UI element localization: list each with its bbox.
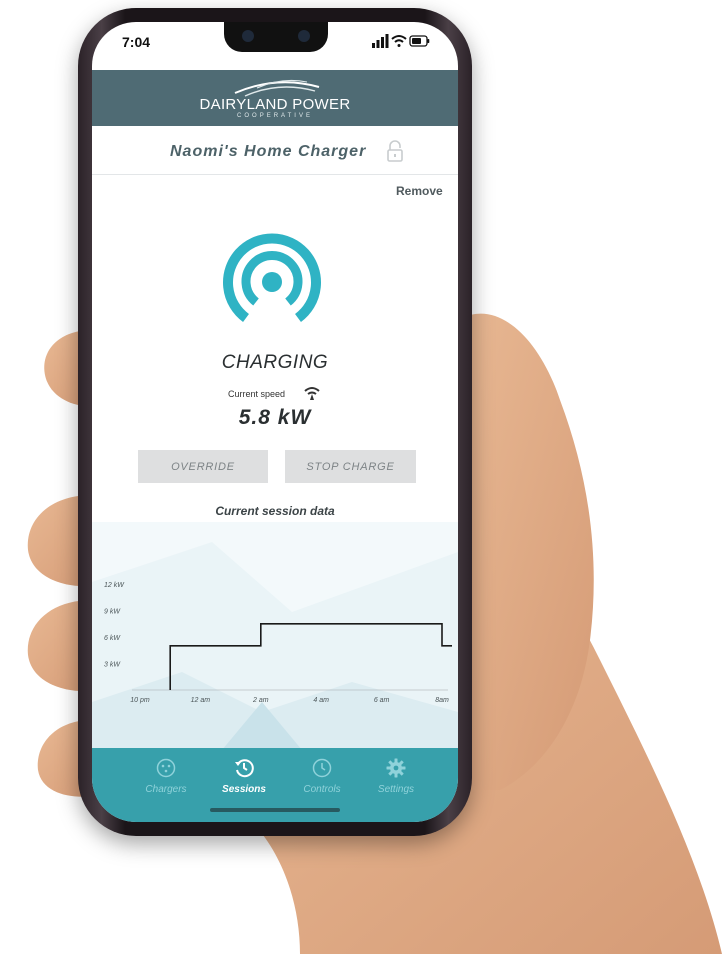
signal-wave-icon [304,387,320,400]
notch [224,22,328,52]
gear-icon [386,758,406,778]
session-title: Current session data [215,504,335,518]
override-button[interactable]: OVERRIDE [138,450,268,483]
tab-label: Controls [303,784,341,795]
phone-screen: 7:04 DAIRYLAND POWER COOPERATIVE Naomi's… [92,22,458,822]
status-icons [372,34,430,48]
camera-icon [242,30,254,42]
tab-settings[interactable]: Settings [356,748,436,808]
x-tick-label: 6 am [374,697,390,704]
history-icon [235,759,254,778]
x-tick-label: 2 am [252,697,269,704]
charger-name: Naomi's Home Charger [170,143,367,160]
tab-chargers[interactable]: Chargers [126,748,206,808]
tab-controls[interactable]: Controls [282,748,362,808]
power-step-line [169,622,452,690]
charger-icon [156,758,176,778]
tab-bar: Chargers Sessions Controls Settings [92,748,458,822]
x-tick-label: 10 pm [130,697,150,704]
lock-icon[interactable] [386,140,404,162]
app-header: DAIRYLAND POWER COOPERATIVE [92,70,458,126]
wifi-icon [391,35,407,47]
battery-icon [409,35,430,47]
y-tick-label: 9 kW [104,609,121,616]
logo-subtitle: COOPERATIVE [237,113,313,119]
x-tick-label: 12 am [191,697,211,704]
remove-link[interactable]: Remove [396,184,443,198]
speed-label: Current speed [228,389,286,399]
camera-icon [298,30,310,42]
signal-icon [372,34,389,48]
stop-charge-button[interactable]: STOP CHARGE [285,450,416,483]
x-tick-label: 8am [435,697,449,704]
charging-signal-icon [223,233,321,323]
tab-label: Sessions [222,784,266,795]
tab-label: Settings [377,784,415,795]
y-tick-label: 3 kW [104,662,121,669]
session-chart: 10 pm 12 am 2 am 4 am 6 am 8am 3 kW 6 kW 9 kW 12 … [104,582,452,704]
tab-sessions[interactable]: Sessions [204,748,284,808]
y-tick-label: 6 kW [104,635,121,642]
y-tick-label: 12 kW [104,582,125,589]
home-indicator [210,808,340,812]
clock-icon [312,758,332,778]
logo-title: DAIRYLAND POWER [199,96,351,113]
status-time: 7:04 [122,34,151,50]
charging-status: CHARGING [221,352,329,373]
logo-swoosh-icon [234,80,320,97]
speed-value: 5.8 kW [238,406,312,429]
tab-label: Chargers [145,784,187,795]
charger-name-row: Naomi's Home Charger [92,126,458,175]
x-tick-label: 4 am [313,697,329,704]
